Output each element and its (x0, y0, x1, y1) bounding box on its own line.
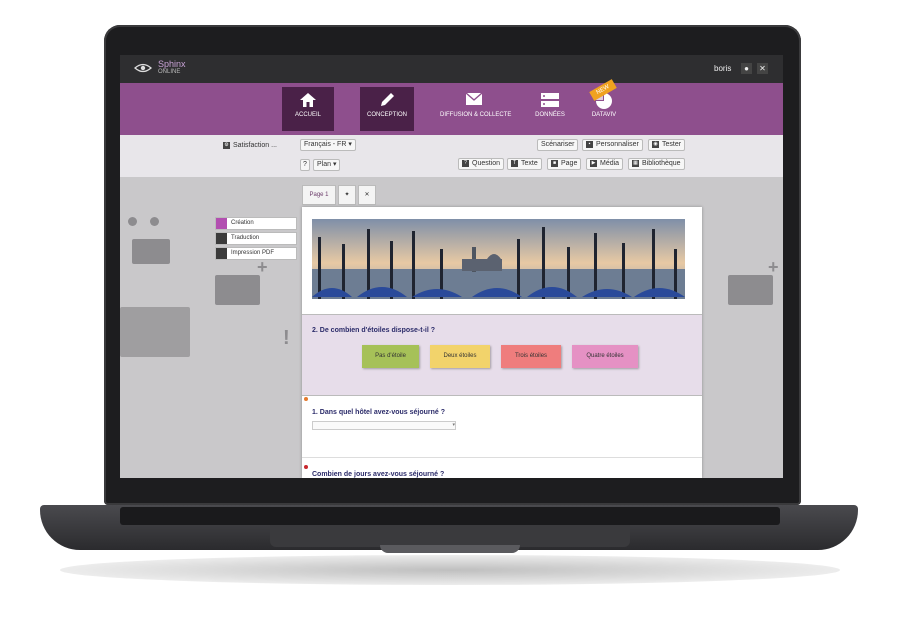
legend-swatch (216, 248, 227, 259)
main-nav: ACCUEIL CONCEPTION DIFFUSION & COLLECTE … (120, 83, 783, 135)
decor-dot (150, 217, 159, 226)
language-select[interactable]: Français - FR ▾ (300, 139, 356, 151)
option-quatre-etoiles[interactable]: Quatre étoiles (572, 345, 638, 368)
test-button[interactable]: ◉ Tester (648, 139, 686, 151)
laptop-shadow (60, 555, 840, 585)
scenario-button[interactable]: Scénariser (537, 139, 579, 151)
speech-bubble-decoration (120, 307, 190, 357)
library-icon: ▦ (632, 159, 639, 167)
nav-label: DATAVIV (591, 112, 617, 118)
question-2-block[interactable]: 2. De combien d'étoiles dispose-t-il ? P… (302, 314, 702, 396)
nav-label: ACCUEIL (294, 112, 321, 118)
option-trois-etoiles[interactable]: Trois étoiles (501, 345, 561, 368)
sphinx-logo-icon (134, 61, 152, 75)
theme-select[interactable]: Plan ▾ (313, 159, 341, 171)
pin-icon[interactable]: ✦ (338, 185, 356, 205)
laptop-keyboard (120, 507, 780, 525)
personalize-button[interactable]: ▪ Personnaliser (582, 139, 643, 151)
question-2-title: 2. De combien d'étoiles dispose-t-il ? (312, 327, 436, 334)
question-marker-icon (304, 465, 308, 469)
nav-label: CONCEPTION (366, 112, 407, 118)
option-deux-etoiles[interactable]: Deux étoiles (430, 345, 490, 368)
speech-bubble-decoration (215, 275, 260, 305)
nav-donnees[interactable]: DONNÉES (524, 87, 576, 131)
library-button[interactable]: ▦ Bibliothèque (628, 158, 685, 170)
nav-accueil[interactable]: ACCUEIL (282, 87, 334, 131)
legend-traduction[interactable]: Traduction (215, 232, 297, 245)
eye-icon: ◉ (652, 140, 659, 148)
nav-label: DIFFUSION & COLLECTE (440, 112, 512, 118)
close-icon[interactable]: ✕ (757, 63, 768, 74)
question-marker-icon (304, 397, 308, 401)
question-icon: ? (462, 159, 469, 167)
editor-toolbar: ⚙ Satisfaction ... Français - FR ▾ ? Plan… (120, 135, 783, 177)
nav-conception[interactable]: CONCEPTION (360, 87, 414, 131)
legend-swatch (216, 218, 227, 229)
pencil-icon (377, 92, 397, 110)
app-screen: Sphinx ONLINE boris ● ✕ ACCUEIL CONCEPTI… (120, 55, 783, 478)
venice-banner-image (312, 219, 685, 299)
laptop-notch (380, 545, 520, 553)
mail-icon (464, 92, 484, 110)
legend-creation[interactable]: Création (215, 217, 297, 230)
logo-subtitle: ONLINE (158, 69, 181, 75)
speech-bubble-decoration (132, 239, 170, 264)
database-icon (540, 92, 560, 110)
legend-impression-pdf[interactable]: Impression PDF (215, 247, 297, 260)
survey-selector[interactable]: ⚙ Satisfaction ... (220, 141, 280, 151)
question-3-title: Combien de jours avez-vous séjourné ? (312, 471, 445, 478)
help-button[interactable]: ? (300, 159, 310, 171)
text-icon: T (511, 159, 518, 167)
decor-dot (128, 217, 137, 226)
add-page-button[interactable]: ■ Page (547, 158, 582, 170)
nav-diffusion-collecte[interactable]: DIFFUSION & COLLECTE (440, 87, 512, 131)
option-pas-etoile[interactable]: Pas d'étoile (362, 345, 419, 368)
user-icon[interactable]: ● (741, 63, 752, 74)
divider (302, 457, 702, 458)
plus-icon: + (257, 257, 268, 277)
exclamation-icon: ! (283, 327, 290, 349)
add-media-button[interactable]: ▶ Média (586, 158, 624, 170)
media-icon: ▶ (590, 159, 597, 167)
home-icon (298, 92, 318, 110)
survey-name: Satisfaction ... (233, 142, 277, 149)
logo-name: Sphinx (158, 59, 186, 69)
laptop-trackpad (270, 525, 630, 547)
gear-icon: ⚙ (223, 141, 230, 149)
page-icon: ■ (551, 159, 558, 167)
add-text-button[interactable]: T Texte (507, 158, 542, 170)
speech-bubble-decoration (728, 275, 773, 305)
close-tab-icon[interactable]: ✕ (358, 185, 376, 205)
plus-icon: + (768, 257, 779, 277)
nav-label: DONNÉES (535, 112, 565, 118)
user-name[interactable]: boris (714, 64, 731, 73)
survey-page: 2. De combien d'étoiles dispose-t-il ? P… (302, 207, 702, 478)
add-question-button[interactable]: ? Question (458, 158, 505, 170)
hotel-dropdown[interactable]: ▾ (312, 421, 456, 430)
question-1-title: 1. Dans quel hôtel avez-vous séjourné ? (312, 409, 446, 416)
legend-swatch (216, 233, 227, 244)
paint-icon: ▪ (586, 140, 593, 148)
top-bar: Sphinx ONLINE boris ● ✕ (120, 55, 783, 83)
tab-page-1[interactable]: Page 1 (302, 185, 336, 205)
